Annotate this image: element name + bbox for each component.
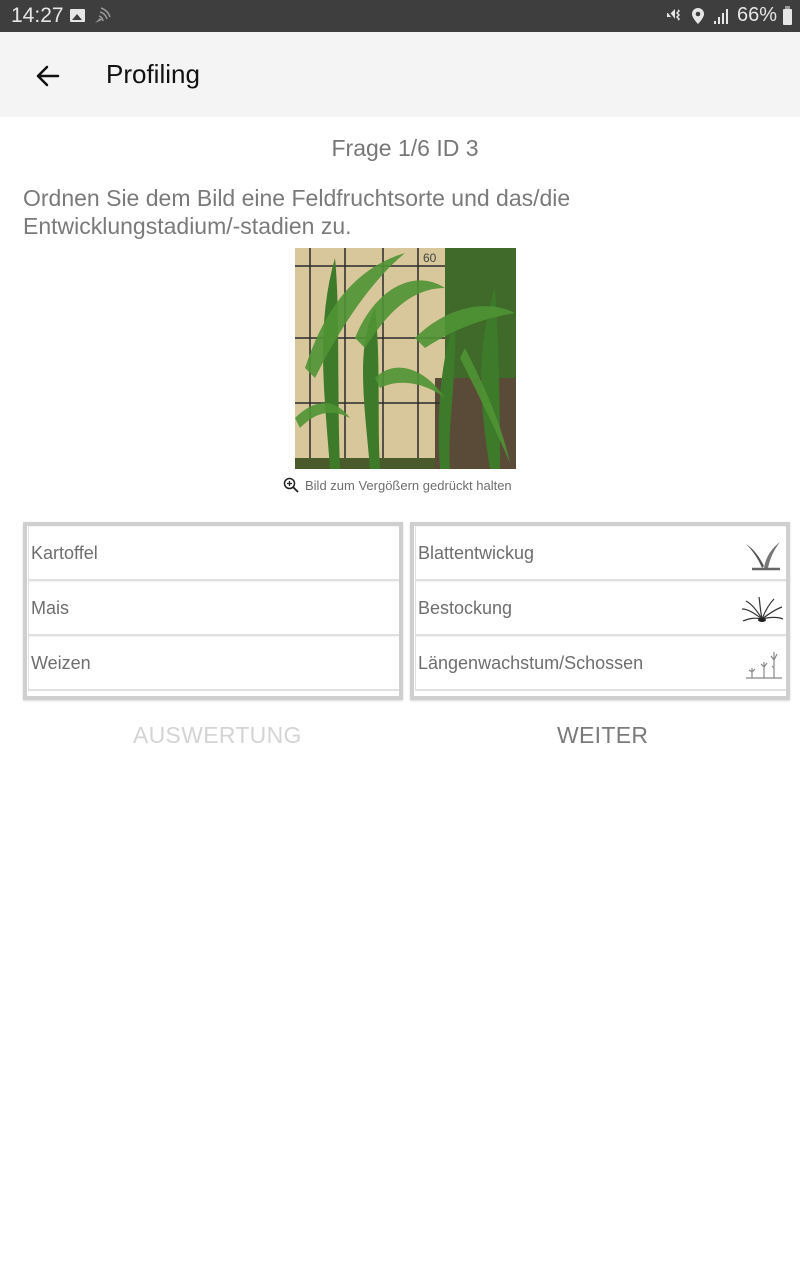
status-time: 14:27 xyxy=(11,4,64,27)
question-counter: Frage 1/6 ID 3 xyxy=(331,135,479,161)
status-icons: 66% xyxy=(665,4,792,27)
crop-option-label: Weizen xyxy=(31,652,91,673)
page-title: Profiling xyxy=(106,59,200,89)
crop-list: Kartoffel Mais Weizen xyxy=(23,522,403,700)
arrow-left-icon[interactable] xyxy=(28,56,68,96)
tillering-icon xyxy=(741,596,784,622)
zoom-hint-text: Bild zum Vergößern gedrückt halten xyxy=(305,477,512,493)
stem-elongation-icon xyxy=(746,652,782,679)
mute-icon xyxy=(665,7,680,24)
stage-option-label: Blattentwickug xyxy=(418,542,535,563)
app-bar: Profiling xyxy=(0,32,800,117)
question-image[interactable]: 60 xyxy=(295,248,516,469)
next-button[interactable]: WEITER xyxy=(557,722,648,749)
svg-text:60: 60 xyxy=(423,251,437,265)
image-icon xyxy=(70,9,85,22)
evaluate-button[interactable]: AUSWERTUNG xyxy=(133,722,302,749)
crop-option[interactable]: Mais xyxy=(28,581,399,636)
crop-option-label: Mais xyxy=(31,597,70,618)
crop-option[interactable]: Kartoffel xyxy=(28,526,399,581)
battery-charging-icon xyxy=(783,5,792,25)
location-icon xyxy=(691,7,704,24)
crop-option[interactable]: Weizen xyxy=(28,636,399,691)
maize-photo: 60 xyxy=(295,248,516,469)
stage-list: Blattentwickug Bestockung Längenwachstum… xyxy=(410,522,790,700)
leaf-development-icon xyxy=(746,542,780,571)
zoom-hint: Bild zum Vergößern gedrückt halten xyxy=(283,477,512,493)
signal-icon xyxy=(713,8,728,24)
stage-option[interactable]: Blattentwickug xyxy=(415,526,786,581)
status-bar: 14:27 66% xyxy=(0,0,800,32)
cast-icon xyxy=(95,7,111,23)
battery-percentage: 66% xyxy=(736,4,777,26)
stage-option-label: Längenwachstum/Schossen xyxy=(418,652,644,673)
question-text: Ordnen Sie dem Bild eine Feldfruchtsorte… xyxy=(23,185,571,239)
zoom-in-icon xyxy=(283,477,299,493)
crop-option-label: Kartoffel xyxy=(31,542,98,563)
stage-option-label: Bestockung xyxy=(418,597,513,618)
stage-option[interactable]: Längenwachstum/Schossen xyxy=(415,636,786,691)
stage-option[interactable]: Bestockung xyxy=(415,581,786,636)
